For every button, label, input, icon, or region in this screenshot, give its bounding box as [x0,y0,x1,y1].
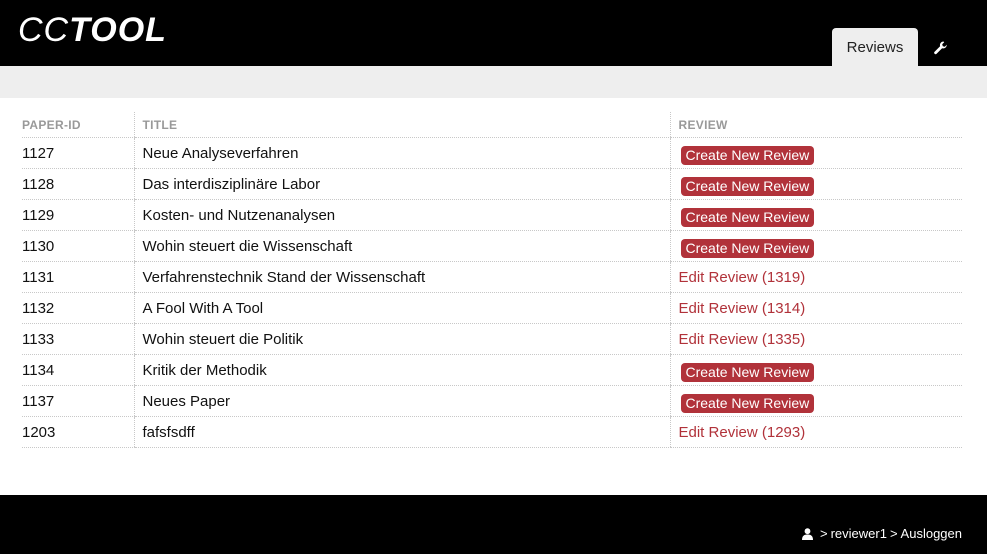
create-new-review-button[interactable]: Create New Review [680,393,815,413]
column-header-review: REVIEW [669,112,962,138]
user-breadcrumb: > reviewer1 > Ausloggen [802,526,962,541]
review-cell: Edit Review (1335) [669,323,962,355]
review-cell: Create New Review [669,168,962,200]
review-cell: Edit Review (1314) [669,292,962,324]
paper-id-cell: 1203 [22,416,134,448]
review-table-container: PAPER-ID TITLE REVIEW 1127 Neue Analysev… [22,112,962,448]
username-label[interactable]: reviewer1 [831,526,887,541]
create-new-review-button[interactable]: Create New Review [680,207,815,227]
paper-id-cell: 1131 [22,261,134,293]
paper-id-cell: 1132 [22,292,134,324]
table-row: 1131 Verfahrenstechnik Stand der Wissens… [22,261,962,293]
table-row: 1127 Neue Analyseverfahren Create New Re… [22,137,962,169]
paper-id-cell: 1130 [22,230,134,262]
table-row: 1203 fafsfsdff Edit Review (1293) [22,416,962,448]
paper-id-cell: 1133 [22,323,134,355]
paper-title-cell: Wohin steuert die Politik [133,323,670,355]
breadcrumb-separator: > [820,526,828,541]
table-row: 1133 Wohin steuert die Politik Edit Revi… [22,323,962,355]
logout-link[interactable]: Ausloggen [901,526,962,541]
edit-review-link[interactable]: Edit Review (1314) [679,300,806,317]
logo-tool-text: TOOL [69,11,167,49]
paper-title-cell: Verfahrenstechnik Stand der Wissenschaft [133,261,670,293]
user-icon [802,527,813,540]
paper-title-cell: Neues Paper [133,385,670,417]
create-new-review-button[interactable]: Create New Review [680,362,815,382]
tab-reviews[interactable]: Reviews [832,28,918,66]
create-new-review-button[interactable]: Create New Review [680,145,815,165]
review-cell: Edit Review (1319) [669,261,962,293]
table-row: 1132 A Fool With A Tool Edit Review (131… [22,292,962,324]
create-new-review-button[interactable]: Create New Review [680,176,815,196]
review-cell: Create New Review [669,199,962,231]
edit-review-link[interactable]: Edit Review (1319) [679,269,806,286]
table-row: 1128 Das interdisziplinäre Labor Create … [22,168,962,200]
breadcrumb-separator: > [889,526,898,541]
paper-title-cell: A Fool With A Tool [133,292,670,324]
cctool-logo[interactable]: CC TOOL [18,8,167,52]
paper-title-cell: Das interdisziplinäre Labor [133,168,670,200]
review-cell: Edit Review (1293) [669,416,962,448]
logo-cc-text: CC [18,11,70,49]
edit-review-link[interactable]: Edit Review (1293) [679,424,806,441]
paper-title-cell: Kritik der Methodik [133,354,670,386]
table-row: 1129 Kosten- und Nutzenanalysen Create N… [22,199,962,231]
sub-header-bar [0,66,987,98]
create-new-review-button[interactable]: Create New Review [680,238,815,258]
review-cell: Create New Review [669,230,962,262]
paper-title-cell: fafsfsdff [133,416,670,448]
review-cell: Create New Review [669,354,962,386]
paper-id-cell: 1137 [22,385,134,417]
paper-title-cell: Kosten- und Nutzenanalysen [133,199,670,231]
paper-title-cell: Wohin steuert die Wissenschaft [133,230,670,262]
paper-title-cell: Neue Analyseverfahren [133,137,670,169]
top-navbar: CC TOOL Reviews [0,0,987,66]
table-header-row: PAPER-ID TITLE REVIEW [22,112,962,138]
paper-id-cell: 1128 [22,168,134,200]
wrench-icon[interactable] [930,38,950,58]
review-table: PAPER-ID TITLE REVIEW 1127 Neue Analysev… [22,112,962,448]
column-header-paper-id: PAPER-ID [22,112,134,138]
table-row: 1137 Neues Paper Create New Review [22,385,962,417]
edit-review-link[interactable]: Edit Review (1335) [679,331,806,348]
paper-id-cell: 1134 [22,354,134,386]
paper-id-cell: 1127 [22,137,134,169]
column-header-title: TITLE [133,112,670,138]
review-cell: Create New Review [669,137,962,169]
review-cell: Create New Review [669,385,962,417]
table-row: 1130 Wohin steuert die Wissenschaft Crea… [22,230,962,262]
paper-id-cell: 1129 [22,199,134,231]
table-row: 1134 Kritik der Methodik Create New Revi… [22,354,962,386]
footer-bar: > reviewer1 > Ausloggen [0,495,987,554]
